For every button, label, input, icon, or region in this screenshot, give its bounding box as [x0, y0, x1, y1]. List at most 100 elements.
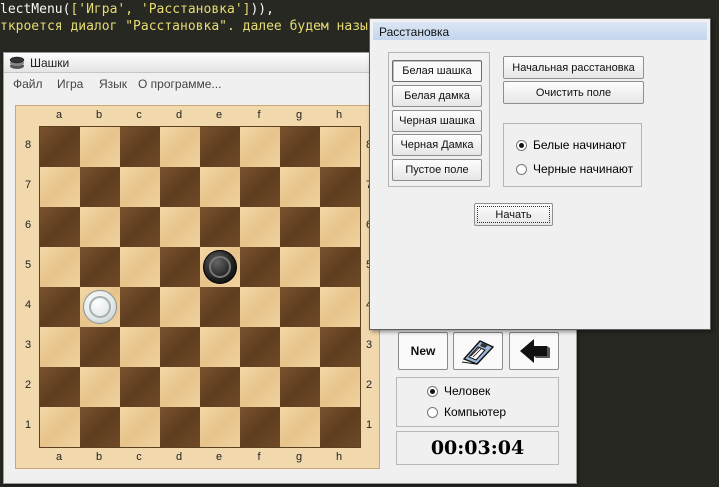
board-square-f6[interactable]	[240, 207, 280, 247]
save-button[interactable]	[453, 332, 503, 370]
board-square-g8[interactable]	[280, 127, 320, 167]
board-square-g4[interactable]	[280, 287, 320, 327]
board-square-c5[interactable]	[120, 247, 160, 287]
board-square-c7[interactable]	[120, 167, 160, 207]
board-square-b1[interactable]	[80, 407, 120, 447]
board-square-d3[interactable]	[160, 327, 200, 367]
board-square-h7[interactable]	[320, 167, 360, 207]
board-square-d5[interactable]	[160, 247, 200, 287]
menu-file[interactable]: Файл	[13, 77, 43, 91]
radio-computer-indicator[interactable]	[427, 406, 438, 418]
board-square-c3[interactable]	[120, 327, 160, 367]
board-square-h6[interactable]	[320, 207, 360, 247]
board-square-f5[interactable]	[240, 247, 280, 287]
board-square-b6[interactable]	[80, 207, 120, 247]
board-square-d1[interactable]	[160, 407, 200, 447]
file-label: a	[55, 109, 63, 121]
black-checker-piece[interactable]	[203, 250, 237, 284]
board-square-d8[interactable]	[160, 127, 200, 167]
board-square-d4[interactable]	[160, 287, 200, 327]
dialog-titlebar[interactable]: Расстановка	[373, 22, 707, 40]
radio-white-first[interactable]: Белые начинают	[516, 138, 626, 152]
initial-setup-button[interactable]: Начальная расстановка	[503, 56, 644, 79]
board-square-h3[interactable]	[320, 327, 360, 367]
radio-black-first[interactable]: Черные начинают	[516, 162, 633, 176]
board-square-a4[interactable]	[40, 287, 80, 327]
board-square-c6[interactable]	[120, 207, 160, 247]
board-square-a3[interactable]	[40, 327, 80, 367]
white-checker-piece[interactable]	[83, 290, 117, 324]
board-square-a1[interactable]	[40, 407, 80, 447]
menu-about[interactable]: О программе...	[138, 77, 221, 91]
file-label: a	[55, 451, 63, 463]
board-square-e3[interactable]	[200, 327, 240, 367]
board-square-h8[interactable]	[320, 127, 360, 167]
board-square-g3[interactable]	[280, 327, 320, 367]
board-square-g2[interactable]	[280, 367, 320, 407]
board-square-a2[interactable]	[40, 367, 80, 407]
board-square-g1[interactable]	[280, 407, 320, 447]
board-square-b3[interactable]	[80, 327, 120, 367]
board-square-g5[interactable]	[280, 247, 320, 287]
board-square-b5[interactable]	[80, 247, 120, 287]
board-square-f8[interactable]	[240, 127, 280, 167]
menu-game[interactable]: Игра	[57, 77, 83, 91]
board-square-f3[interactable]	[240, 327, 280, 367]
board-square-d2[interactable]	[160, 367, 200, 407]
board-square-f7[interactable]	[240, 167, 280, 207]
board-square-a8[interactable]	[40, 127, 80, 167]
white-man-button[interactable]: Белая шашка	[392, 60, 482, 82]
board-square-f2[interactable]	[240, 367, 280, 407]
radio-human[interactable]: Человек	[427, 384, 490, 398]
board-square-a5[interactable]	[40, 247, 80, 287]
window-title: Шашки	[30, 56, 70, 70]
black-king-button[interactable]: Черная Дамка	[392, 134, 482, 156]
board-square-c8[interactable]	[120, 127, 160, 167]
board-square-e6[interactable]	[200, 207, 240, 247]
board-square-a7[interactable]	[40, 167, 80, 207]
code-end-text: )),	[250, 2, 274, 17]
board-square-g7[interactable]	[280, 167, 320, 207]
board-square-b8[interactable]	[80, 127, 120, 167]
board-square-h2[interactable]	[320, 367, 360, 407]
board-square-e2[interactable]	[200, 367, 240, 407]
board-square-h5[interactable]	[320, 247, 360, 287]
empty-square-button[interactable]: Пустое поле	[392, 159, 482, 181]
file-label: d	[175, 451, 183, 463]
white-king-button[interactable]: Белая дамка	[392, 85, 482, 107]
floppy-disk-icon	[461, 340, 495, 365]
board-square-h1[interactable]	[320, 407, 360, 447]
board-square-h4[interactable]	[320, 287, 360, 327]
board-square-g6[interactable]	[280, 207, 320, 247]
board-square-b7[interactable]	[80, 167, 120, 207]
file-label: e	[215, 109, 223, 121]
board-square-f4[interactable]	[240, 287, 280, 327]
radio-black-first-label: Черные начинают	[533, 162, 634, 176]
board-square-c1[interactable]	[120, 407, 160, 447]
board-square-e8[interactable]	[200, 127, 240, 167]
board-square-e4[interactable]	[200, 287, 240, 327]
board-square-e7[interactable]	[200, 167, 240, 207]
clear-board-button[interactable]: Очистить поле	[503, 81, 644, 104]
board-square-e5[interactable]	[200, 247, 240, 287]
new-game-button[interactable]: New	[398, 332, 448, 370]
radio-black-first-indicator[interactable]	[516, 163, 527, 175]
board-square-c2[interactable]	[120, 367, 160, 407]
menu-language[interactable]: Язык	[99, 77, 127, 91]
radio-human-indicator[interactable]	[427, 385, 438, 397]
start-button[interactable]: Начать	[474, 203, 553, 226]
board-square-f1[interactable]	[240, 407, 280, 447]
black-man-button[interactable]: Черная шашка	[392, 110, 482, 132]
board-square-b2[interactable]	[80, 367, 120, 407]
board-square-e1[interactable]	[200, 407, 240, 447]
checker-ring	[89, 296, 111, 318]
rank-label: 8	[24, 139, 32, 151]
board-square-d7[interactable]	[160, 167, 200, 207]
radio-computer[interactable]: Компьютер	[427, 405, 506, 419]
undo-back-button[interactable]	[509, 332, 559, 370]
radio-white-first-indicator[interactable]	[516, 139, 527, 151]
board-square-c4[interactable]	[120, 287, 160, 327]
board-square-a6[interactable]	[40, 207, 80, 247]
board-square-b4[interactable]	[80, 287, 120, 327]
board-square-d6[interactable]	[160, 207, 200, 247]
